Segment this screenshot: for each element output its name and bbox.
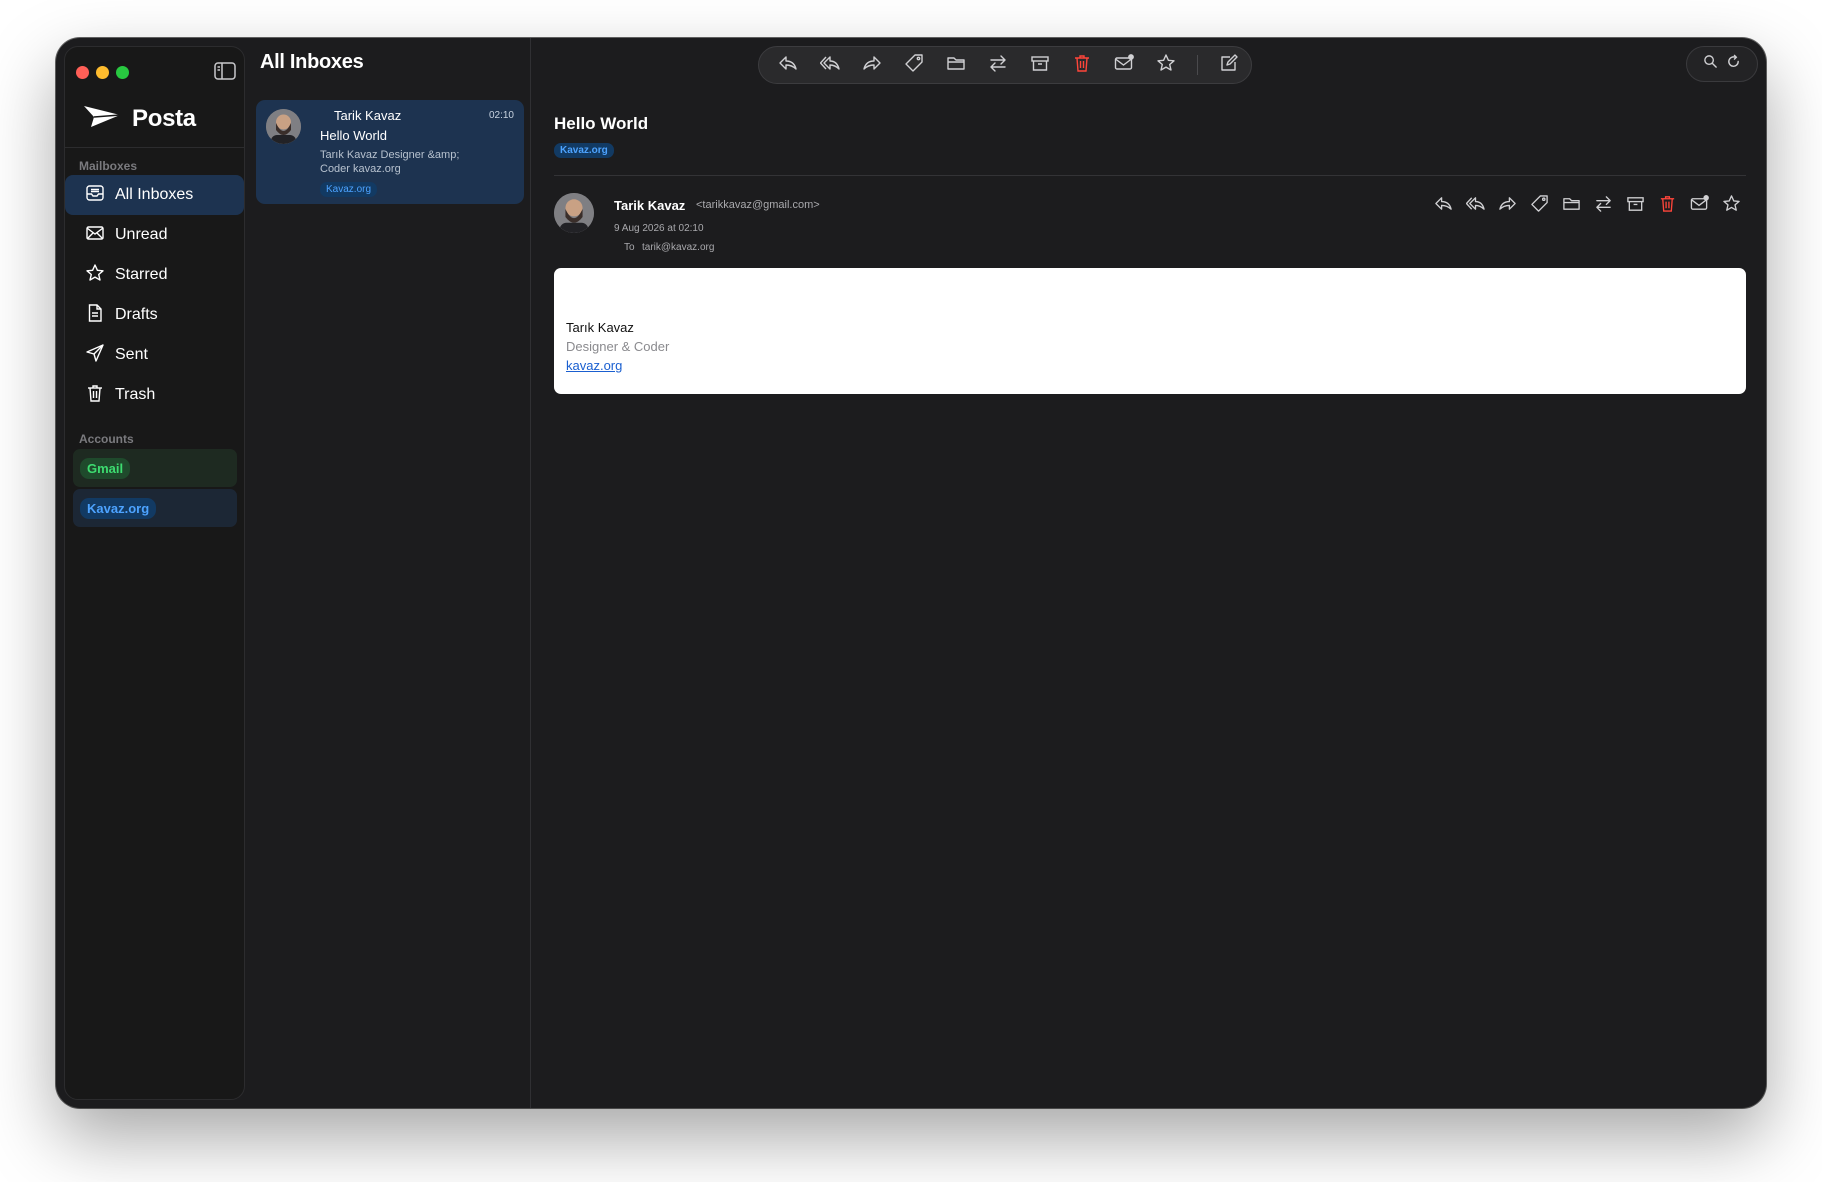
document-icon (85, 303, 105, 328)
sender-name: Tarik Kavaz (614, 198, 686, 213)
forward-icon (1498, 194, 1517, 218)
message-tag: Kavaz.org (554, 143, 614, 158)
message-subject: Hello World (320, 128, 387, 143)
mailbox-list: All Inboxes Unread Starred Drafts Sent T… (65, 175, 244, 415)
reading-pane: Hello World Kavaz.org Tarik Kavaz <tarik… (530, 38, 1766, 1108)
message-date: 9 Aug 2026 at 02:10 (614, 223, 704, 234)
envelope-icon (85, 223, 105, 248)
paper-plane-icon (85, 343, 105, 368)
account-label: Kavaz.org (80, 497, 157, 519)
sidebar-item-trash[interactable]: Trash (65, 375, 244, 415)
message-list-item[interactable]: Tarik Kavaz 02:10 Hello World Tarık Kava… (256, 100, 524, 204)
trash-icon (1658, 194, 1677, 218)
account-label: Gmail (80, 457, 131, 479)
app-logo: Posta (82, 103, 196, 135)
move-to-folder-button[interactable] (1558, 193, 1584, 219)
reply-icon (1434, 194, 1453, 218)
sidebar-item-unread[interactable]: Unread (65, 215, 244, 255)
account-kavaz-org[interactable]: Kavaz.org (73, 489, 237, 527)
sender-email: <tarikkavaz@gmail.com> (696, 199, 820, 211)
message-tag: Kavaz.org (320, 182, 378, 197)
recipient-address: tarik@kavaz.org (642, 242, 715, 253)
sidebar-item-label: Drafts (115, 306, 158, 323)
move-button[interactable] (1590, 193, 1616, 219)
delete-button[interactable] (1654, 193, 1680, 219)
list-title: All Inboxes (260, 51, 364, 73)
sender-name: Tarik Kavaz (334, 108, 402, 123)
sidebar-item-label: Sent (115, 346, 148, 363)
divider (65, 147, 244, 148)
tag-icon (1530, 194, 1549, 218)
close-window-button[interactable] (76, 66, 89, 79)
mark-unread-button[interactable] (1686, 193, 1712, 219)
app-name: Posta (132, 105, 196, 132)
archive-button[interactable] (1622, 193, 1648, 219)
sender-avatar (266, 109, 301, 144)
move-icon (1594, 194, 1613, 218)
star-button[interactable] (1718, 193, 1744, 219)
message-body: Tarık Kavaz Designer & Coder kavaz.org (554, 268, 1746, 394)
sidebar-item-all-inboxes[interactable]: All Inboxes (65, 175, 244, 215)
paper-plane-logo-icon (82, 103, 122, 136)
sidebar-item-starred[interactable]: Starred (65, 255, 244, 295)
signature-title: Designer & Coder (566, 339, 670, 354)
message-subject-title: Hello World (554, 114, 649, 133)
sidebar-item-label: Trash (115, 386, 156, 403)
sidebar-item-label: Unread (115, 226, 168, 243)
account-gmail[interactable]: Gmail (73, 449, 237, 487)
message-preview: Tarık Kavaz Designer &amp; Coder kavaz.o… (320, 149, 460, 175)
divider (554, 175, 1746, 176)
signature-link[interactable]: kavaz.org (566, 358, 622, 373)
mailboxes-section-title: Mailboxes (79, 159, 138, 173)
zoom-window-button[interactable] (116, 66, 129, 79)
trash-icon (85, 383, 105, 408)
reply-all-button[interactable] (1462, 193, 1488, 219)
sender-avatar (554, 193, 594, 233)
signature-name: Tarık Kavaz (566, 320, 634, 335)
sidebar-toggle-icon[interactable] (214, 62, 236, 80)
app-window: Posta Mailboxes All Inboxes Unread Starr… (56, 38, 1766, 1108)
folder-icon (1562, 194, 1581, 218)
message-list-pane: All Inboxes Tarik Kavaz 02:10 Hello Worl… (252, 38, 531, 1108)
star-icon (1722, 194, 1741, 218)
forward-button[interactable] (1494, 193, 1520, 219)
sidebar-item-label: Starred (115, 266, 168, 283)
sidebar-item-label: All Inboxes (115, 186, 194, 203)
mark-unread-icon (1690, 194, 1709, 218)
archive-icon (1626, 194, 1645, 218)
minimize-window-button[interactable] (96, 66, 109, 79)
message-time: 02:10 (488, 110, 514, 121)
sidebar: Posta Mailboxes All Inboxes Unread Starr… (64, 46, 245, 1100)
reply-all-icon (1465, 194, 1485, 218)
sidebar-item-sent[interactable]: Sent (65, 335, 244, 375)
reply-button[interactable] (1430, 193, 1456, 219)
tag-button[interactable] (1526, 193, 1552, 219)
star-icon (85, 263, 105, 288)
message-actions (1430, 193, 1744, 219)
recipient-label: To (624, 242, 635, 253)
inbox-icon (85, 183, 105, 208)
sidebar-item-drafts[interactable]: Drafts (65, 295, 244, 335)
accounts-section-title: Accounts (79, 432, 134, 446)
